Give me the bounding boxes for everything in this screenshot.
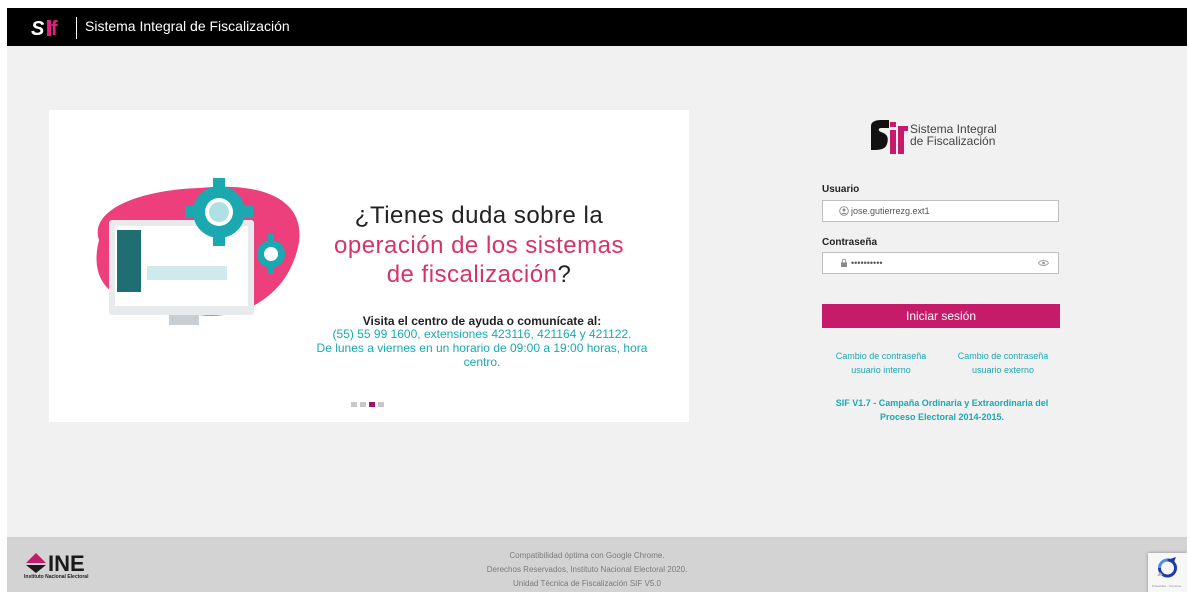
carousel-dot-3[interactable] bbox=[369, 402, 375, 407]
link-interno-line2: usuario interno bbox=[851, 365, 911, 375]
page-frame: S f Sistema Integral de Fiscalización ¿T… bbox=[7, 8, 1187, 592]
slide-hours-line2: centro. bbox=[463, 355, 501, 369]
version-line2: Proceso Electoral 2014-2015. bbox=[879, 412, 1005, 422]
slide-phone-text: (55) 55 99 1600, extensiones 423116, 421… bbox=[332, 327, 632, 341]
link-externo-line2: usuario externo bbox=[971, 365, 1035, 375]
carousel-dot-2[interactable] bbox=[360, 402, 366, 407]
sif-login-logo-icon bbox=[869, 120, 909, 161]
svg-text:S: S bbox=[31, 18, 45, 40]
usuario-input[interactable] bbox=[851, 204, 1031, 218]
password-field[interactable] bbox=[822, 252, 1059, 274]
ine-logo-text: INE bbox=[48, 551, 85, 575]
carousel-indicators bbox=[351, 402, 384, 407]
computer-gears-illustration bbox=[96, 178, 300, 325]
slide-question-line3-text: de fiscalización bbox=[386, 261, 558, 288]
login-logo-line2: de Fiscalización bbox=[910, 134, 996, 148]
footer-line3: Unidad Técnica de Fiscalización SIF V5.0 bbox=[513, 579, 661, 588]
iniciar-sesion-button[interactable]: Iniciar sesión bbox=[822, 304, 1060, 328]
cambio-contrasena-interno-link[interactable]: Cambio de contraseña usuario interno bbox=[822, 349, 940, 377]
slide-visit-text: Visita el centro de ayuda o comunícate a… bbox=[362, 314, 602, 328]
svg-text:f: f bbox=[51, 18, 58, 40]
recaptcha-text: Privacidad - Términos bbox=[1152, 584, 1182, 588]
password-label: Contraseña bbox=[822, 237, 878, 248]
footer-text: Compatibilidad óptima con Google Chrome.… bbox=[437, 549, 737, 591]
link-interno-line1: Cambio de contraseña bbox=[835, 351, 927, 361]
top-header: S f Sistema Integral de Fiscalización bbox=[7, 8, 1187, 46]
login-logo-text: Sistema Integral de Fiscalización bbox=[910, 123, 997, 147]
header-title: Sistema Integral de Fiscalización bbox=[85, 18, 290, 34]
recaptcha-badge[interactable]: Privacidad - Términos bbox=[1148, 553, 1187, 592]
user-icon bbox=[839, 206, 849, 216]
show-password-eye-icon[interactable] bbox=[1038, 259, 1049, 267]
ine-subtitle: Instituto Nacional Electoral bbox=[24, 574, 89, 580]
sif-logo-icon: S f bbox=[31, 16, 71, 40]
usuario-label: Usuario bbox=[822, 184, 860, 195]
cambio-contrasena-externo-link[interactable]: Cambio de contraseña usuario externo bbox=[944, 349, 1062, 377]
slide-hours-line1: De lunes a viernes en un horario de 09:0… bbox=[316, 341, 648, 355]
footer-line2: Derechos Reservados, Instituto Nacional … bbox=[486, 565, 688, 574]
slide-hours-text: De lunes a viernes en un horario de 09:0… bbox=[297, 341, 667, 369]
slide-question-mark: ? bbox=[557, 261, 572, 288]
password-input[interactable] bbox=[851, 256, 1031, 270]
slide-question-line1: ¿Tienes duda sobre la bbox=[354, 202, 604, 229]
version-info: SIF V1.7 - Campaña Ordinaria y Extraordi… bbox=[812, 396, 1072, 424]
slide-question-line2: operación de los sistemas bbox=[334, 232, 624, 259]
link-externo-line1: Cambio de contraseña bbox=[957, 351, 1049, 361]
recaptcha-icon bbox=[1157, 557, 1177, 578]
header-separator bbox=[76, 17, 77, 39]
help-carousel: ¿Tienes duda sobre la operación de los s… bbox=[49, 110, 689, 422]
carousel-dot-1[interactable] bbox=[351, 402, 357, 407]
page-footer: INE Instituto Nacional Electoral Compati… bbox=[7, 537, 1187, 592]
version-line1: SIF V1.7 - Campaña Ordinaria y Extraordi… bbox=[835, 398, 1049, 408]
footer-line1: Compatibilidad óptima con Google Chrome. bbox=[509, 551, 665, 560]
lock-icon bbox=[841, 258, 847, 267]
carousel-dot-4[interactable] bbox=[378, 402, 384, 407]
slide-question-line3: de fiscalización? bbox=[299, 261, 659, 289]
usuario-field[interactable] bbox=[822, 200, 1059, 222]
